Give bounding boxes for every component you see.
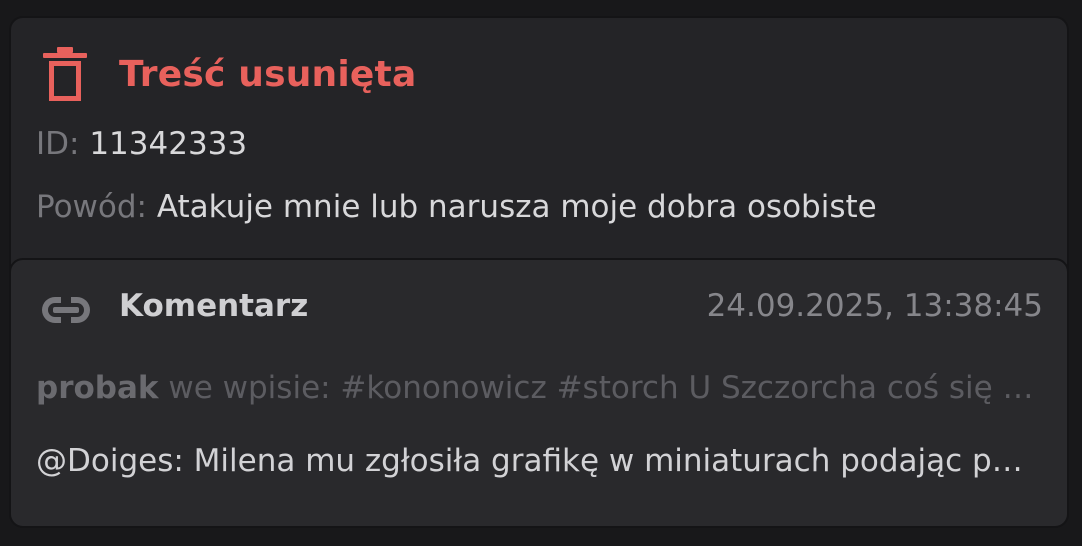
content-id-line: ID: 11342333 <box>36 126 247 162</box>
reason-value: Atakuje mnie lub narusza moje dobra osob… <box>156 189 877 225</box>
card-header: Treść usunięta <box>41 46 416 102</box>
reason-line: Powód: Atakuje mnie lub narusza moje dob… <box>36 189 877 225</box>
reason-label: Powód: <box>36 189 147 225</box>
item-context: probak we wpisie: #kononowicz #storch U … <box>36 370 1036 406</box>
content-id-value: 11342333 <box>89 126 248 162</box>
trash-icon <box>41 46 89 102</box>
item-comment-text: @Doiges: Milena mu zgłosiła grafikę w mi… <box>36 443 1036 479</box>
reported-item-panel[interactable]: Komentarz 24.09.2025, 13:38:45 probak we… <box>9 258 1069 528</box>
item-type-label: Komentarz <box>119 288 309 324</box>
card-title: Treść usunięta <box>119 53 417 95</box>
item-author[interactable]: probak <box>36 370 159 406</box>
item-context-text[interactable]: we wpisie: #kononowicz #storch U Szczorc… <box>168 370 1036 406</box>
content-id-label: ID: <box>36 126 80 162</box>
link-icon[interactable] <box>35 293 97 327</box>
item-timestamp: 24.09.2025, 13:38:45 <box>706 288 1043 324</box>
moderation-card: Treść usunięta ID: 11342333 Powód: Ataku… <box>9 16 1069 528</box>
